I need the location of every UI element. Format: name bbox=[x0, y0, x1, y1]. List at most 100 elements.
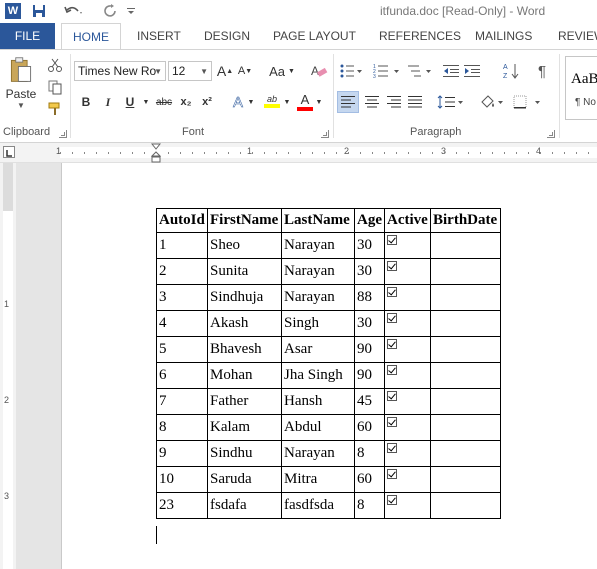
font-name-dropdown-icon[interactable]: ▼ bbox=[154, 67, 162, 76]
cell-active[interactable] bbox=[384, 440, 431, 467]
cell-lastname[interactable]: Narayan bbox=[281, 232, 355, 259]
cell-age[interactable]: 30 bbox=[354, 258, 385, 285]
cell-active[interactable] bbox=[384, 232, 431, 259]
header-age[interactable]: Age bbox=[354, 208, 385, 233]
font-dialog-launcher-icon[interactable] bbox=[321, 130, 329, 138]
cell-active[interactable] bbox=[384, 258, 431, 285]
cell-active[interactable] bbox=[384, 310, 431, 337]
active-checkbox-icon[interactable] bbox=[387, 417, 397, 427]
cell-lastname[interactable]: Singh bbox=[281, 310, 355, 337]
shading-button[interactable] bbox=[478, 91, 506, 113]
header-firstname[interactable]: FirstName bbox=[207, 208, 282, 233]
save-icon[interactable] bbox=[30, 2, 48, 20]
cell-age[interactable]: 8 bbox=[354, 440, 385, 467]
grow-font-button[interactable]: A ▲ bbox=[216, 61, 234, 81]
cell-lastname[interactable]: Jha Singh bbox=[281, 362, 355, 389]
cell-birthdate[interactable] bbox=[430, 414, 501, 441]
tab-page-layout[interactable]: PAGE LAYOUT bbox=[273, 23, 356, 49]
cell-firstname[interactable]: Kalam bbox=[207, 414, 282, 441]
change-case-button[interactable]: Aa ▼ bbox=[266, 61, 298, 81]
vertical-ruler[interactable]: 1 2 3 bbox=[0, 163, 16, 569]
font-size-dropdown-icon[interactable]: ▼ bbox=[200, 67, 208, 76]
cell-birthdate[interactable] bbox=[430, 440, 501, 467]
cell-firstname[interactable]: Akash bbox=[207, 310, 282, 337]
cell-birthdate[interactable] bbox=[430, 284, 501, 311]
show-hide-formatting-button[interactable]: ¶ bbox=[532, 61, 552, 81]
cell-birthdate[interactable] bbox=[430, 466, 501, 493]
cell-firstname[interactable]: Bhavesh bbox=[207, 336, 282, 363]
cell-autoid[interactable]: 10 bbox=[156, 466, 208, 493]
active-checkbox-icon[interactable] bbox=[387, 235, 397, 245]
align-right-button[interactable] bbox=[384, 91, 404, 113]
cut-button[interactable] bbox=[44, 55, 66, 75]
tab-references[interactable]: REFERENCES bbox=[379, 23, 461, 49]
cell-autoid[interactable]: 23 bbox=[156, 492, 208, 519]
cell-autoid[interactable]: 7 bbox=[156, 388, 208, 415]
cell-autoid[interactable]: 1 bbox=[156, 232, 208, 259]
cell-lastname[interactable]: Abdul bbox=[281, 414, 355, 441]
cell-birthdate[interactable] bbox=[430, 232, 501, 259]
paragraph-dialog-launcher-icon[interactable] bbox=[547, 130, 555, 138]
cell-autoid[interactable]: 9 bbox=[156, 440, 208, 467]
header-active[interactable]: Active bbox=[384, 208, 431, 233]
cell-birthdate[interactable] bbox=[430, 336, 501, 363]
cell-age[interactable]: 30 bbox=[354, 232, 385, 259]
paste-dropdown-icon[interactable]: ▼ bbox=[17, 101, 25, 110]
cell-age[interactable]: 60 bbox=[354, 414, 385, 441]
active-checkbox-icon[interactable] bbox=[387, 391, 397, 401]
tab-design[interactable]: DESIGN bbox=[204, 23, 250, 49]
active-checkbox-icon[interactable] bbox=[387, 469, 397, 479]
font-color-dropdown-icon[interactable]: ▼ bbox=[315, 92, 323, 112]
active-checkbox-icon[interactable] bbox=[387, 313, 397, 323]
shrink-font-button[interactable]: A ▼ bbox=[236, 61, 254, 81]
cell-active[interactable] bbox=[384, 284, 431, 311]
active-checkbox-icon[interactable] bbox=[387, 365, 397, 375]
cell-active[interactable] bbox=[384, 492, 431, 519]
tab-file[interactable]: FILE bbox=[0, 23, 55, 49]
highlight-color-button[interactable]: ab bbox=[262, 90, 282, 112]
cell-lastname[interactable]: Asar bbox=[281, 336, 355, 363]
cell-birthdate[interactable] bbox=[430, 258, 501, 285]
format-painter-button[interactable] bbox=[44, 99, 66, 119]
borders-button[interactable] bbox=[511, 91, 545, 113]
cell-firstname[interactable]: fsdafa bbox=[207, 492, 282, 519]
cell-firstname[interactable]: Father bbox=[207, 388, 282, 415]
header-autoid[interactable]: AutoId bbox=[156, 208, 208, 233]
active-checkbox-icon[interactable] bbox=[387, 339, 397, 349]
cell-autoid[interactable]: 3 bbox=[156, 284, 208, 311]
active-checkbox-icon[interactable] bbox=[387, 261, 397, 271]
cell-birthdate[interactable] bbox=[430, 492, 501, 519]
undo-icon[interactable] bbox=[62, 2, 84, 20]
customize-toolbar-icon[interactable] bbox=[124, 2, 138, 20]
cell-lastname[interactable]: fasdfsda bbox=[281, 492, 355, 519]
text-effects-dropdown-icon[interactable]: ▼ bbox=[247, 92, 255, 112]
text-effects-button[interactable]: A bbox=[229, 92, 247, 112]
multilevel-list-button[interactable] bbox=[406, 61, 436, 81]
cell-autoid[interactable]: 5 bbox=[156, 336, 208, 363]
tab-home[interactable]: HOME bbox=[61, 23, 121, 50]
cell-age[interactable]: 90 bbox=[354, 362, 385, 389]
tab-mailings[interactable]: MAILINGS bbox=[475, 23, 532, 49]
cell-autoid[interactable]: 2 bbox=[156, 258, 208, 285]
line-spacing-button[interactable] bbox=[436, 91, 466, 113]
cell-lastname[interactable]: Narayan bbox=[281, 258, 355, 285]
copy-button[interactable] bbox=[44, 77, 66, 97]
cell-lastname[interactable]: Narayan bbox=[281, 284, 355, 311]
paste-button[interactable]: Paste ▼ bbox=[6, 56, 36, 110]
bold-button[interactable]: B bbox=[78, 92, 94, 112]
underline-dropdown-icon[interactable]: ▼ bbox=[141, 92, 151, 112]
font-color-button[interactable]: A bbox=[296, 90, 314, 112]
cell-active[interactable] bbox=[384, 388, 431, 415]
cell-firstname[interactable]: Sheo bbox=[207, 232, 282, 259]
increase-indent-button[interactable] bbox=[463, 61, 481, 81]
numbering-button[interactable]: 123 bbox=[372, 61, 402, 81]
font-size-combo[interactable]: 12 ▼ bbox=[168, 61, 212, 81]
cell-age[interactable]: 90 bbox=[354, 336, 385, 363]
cell-active[interactable] bbox=[384, 336, 431, 363]
font-name-combo[interactable]: Times New Ro ▼ bbox=[74, 61, 166, 81]
redo-icon[interactable] bbox=[102, 2, 120, 20]
cell-birthdate[interactable] bbox=[430, 310, 501, 337]
cell-age[interactable]: 45 bbox=[354, 388, 385, 415]
tab-review[interactable]: REVIEW bbox=[558, 23, 597, 49]
cell-lastname[interactable]: Narayan bbox=[281, 440, 355, 467]
